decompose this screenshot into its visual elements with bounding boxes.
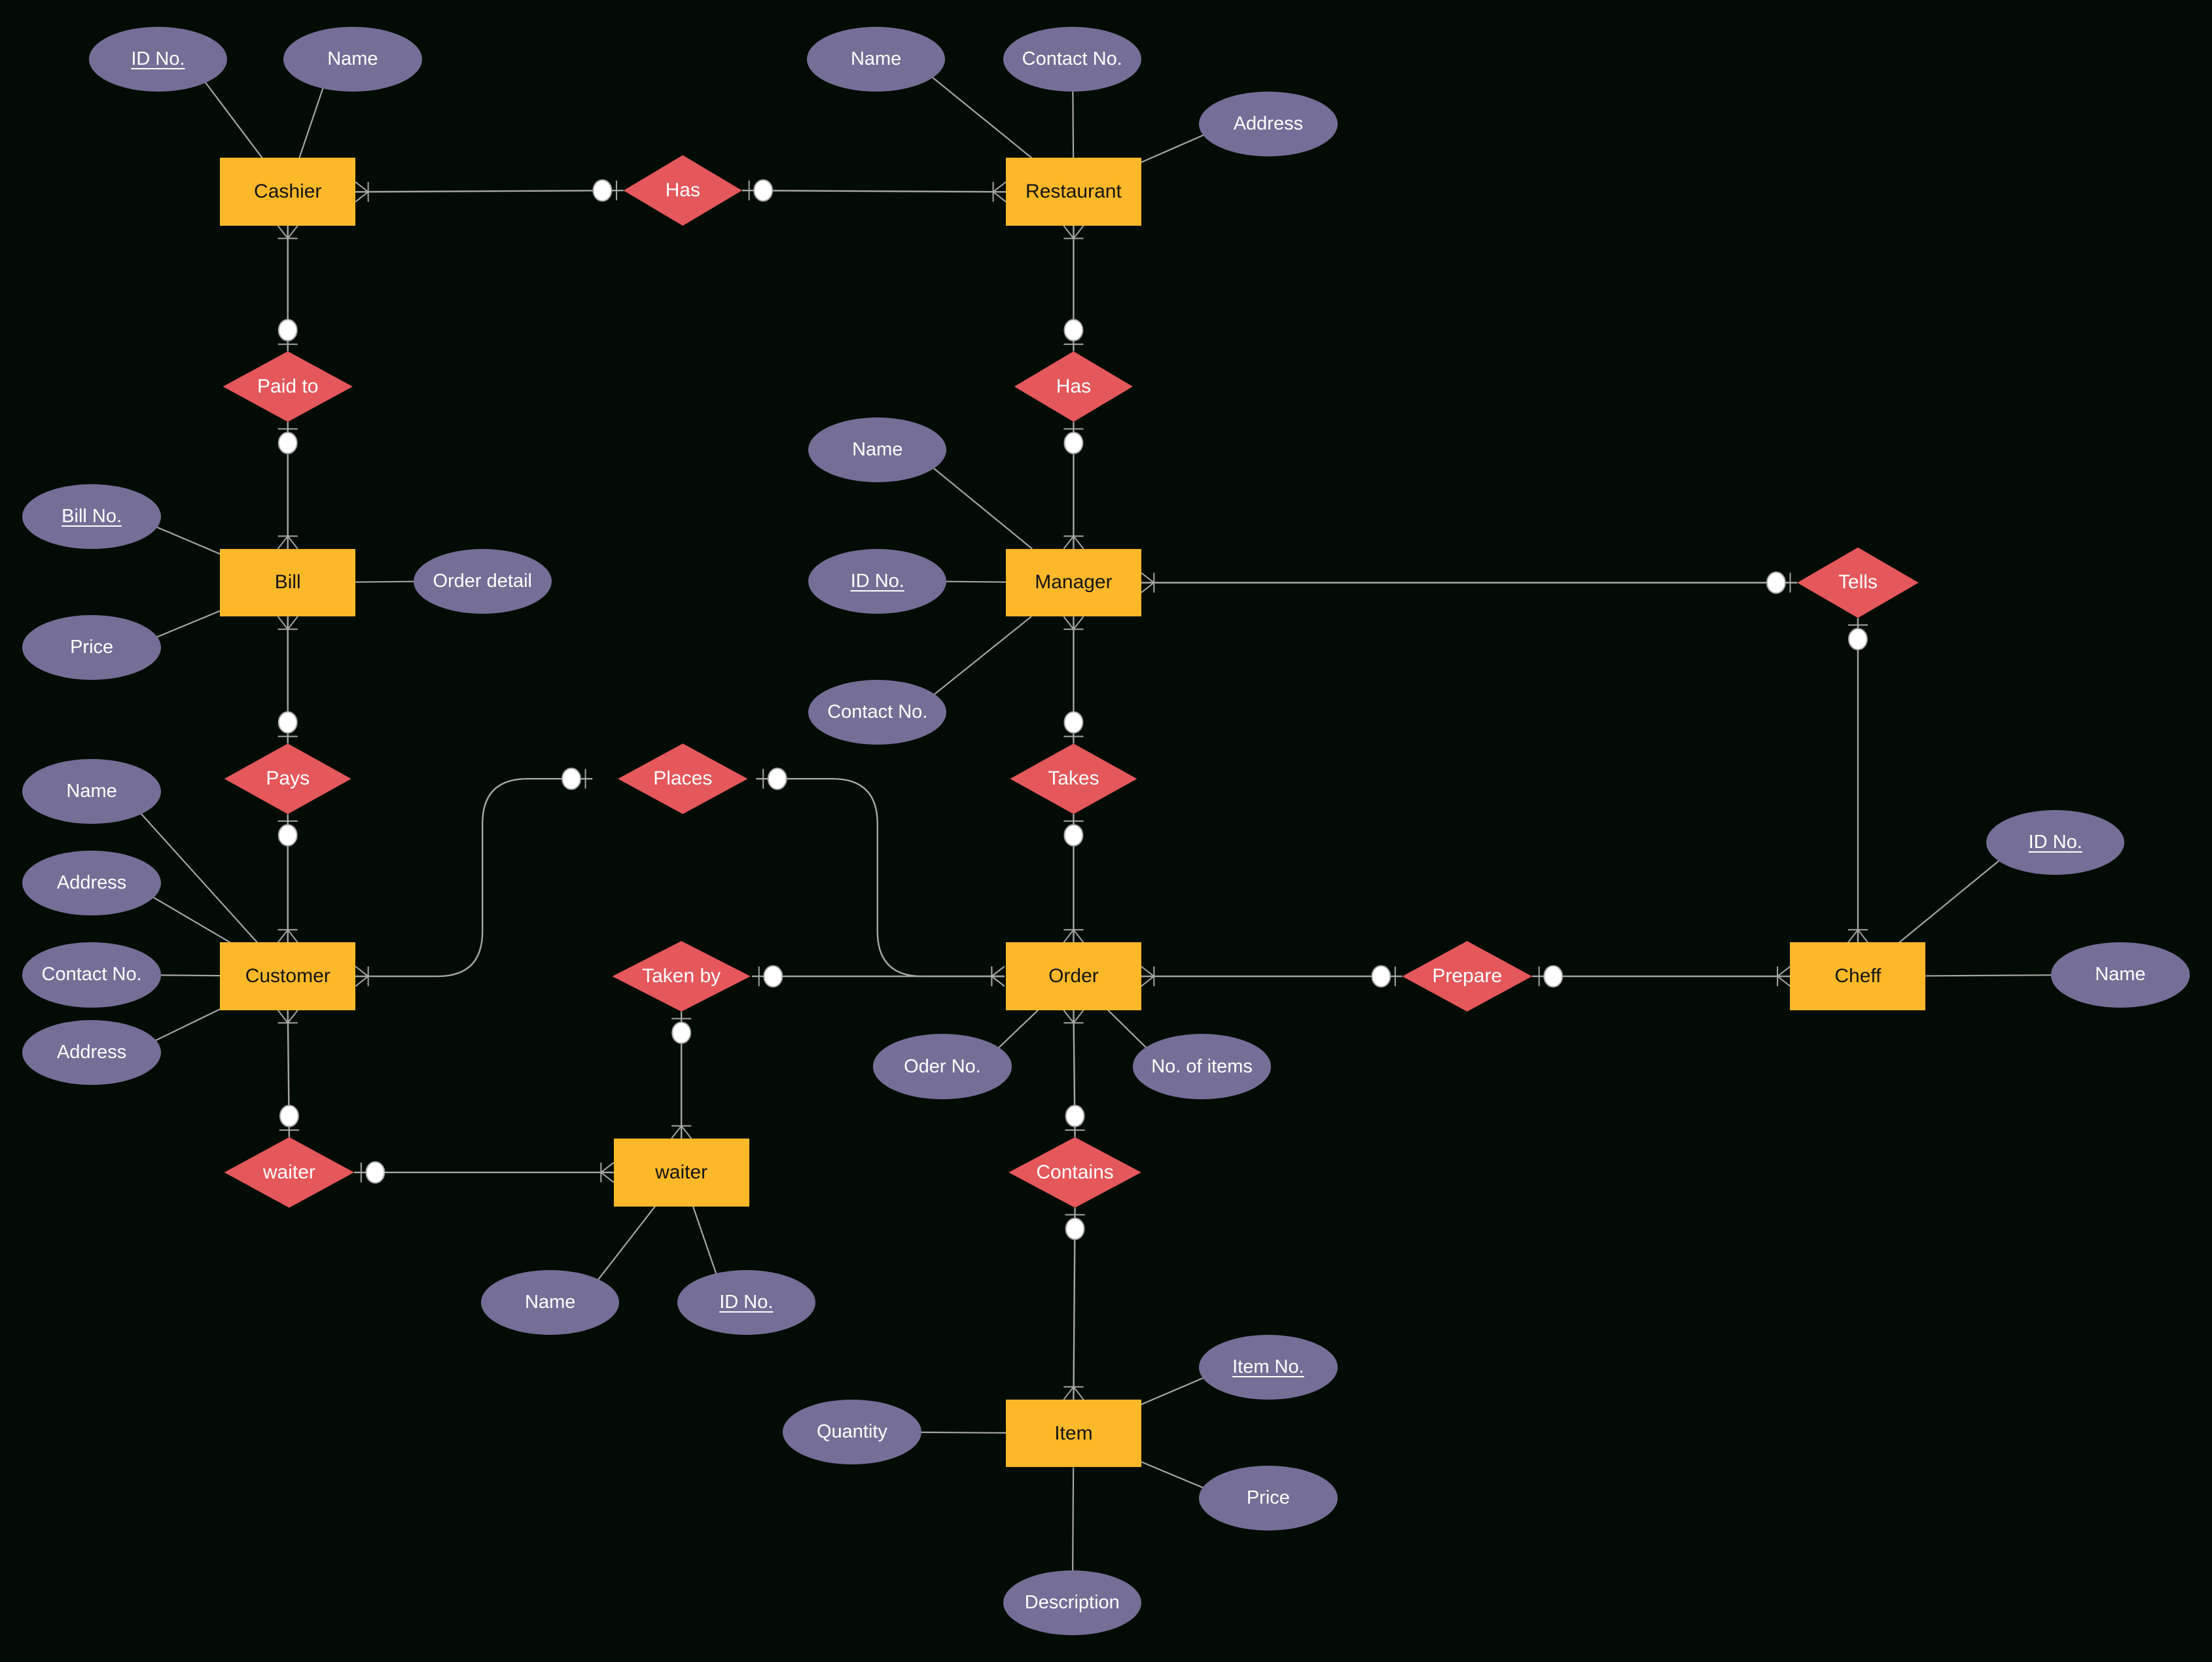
entity-label: Bill: [274, 571, 301, 593]
attribute-cheff_name[interactable]: Name: [2051, 942, 2190, 1008]
entity-cheff[interactable]: Cheff: [1790, 942, 1926, 1010]
attribute-label: ID No.: [719, 1291, 774, 1313]
attribute-label: Order detail: [433, 570, 532, 592]
attribute-waiter_id[interactable]: ID No.: [677, 1269, 815, 1335]
attribute-rest_address[interactable]: Address: [1199, 92, 1338, 157]
attribute-label: Quantity: [816, 1421, 887, 1443]
relationship-label: Pays: [266, 768, 310, 790]
attribute-label: Name: [852, 439, 903, 461]
attribute-rest_name[interactable]: Name: [807, 26, 946, 92]
relationship-label: Taken by: [642, 965, 721, 987]
relationship-label: Has: [1056, 375, 1092, 397]
relationship-label: Contains: [1036, 1161, 1114, 1183]
er-diagram-canvas: Cashier Restaurant Bill Manager Customer Orde…: [0, 0, 2212, 1662]
relationship-has_restaurant_manager[interactable]: Has: [1014, 351, 1133, 422]
attribute-item_no[interactable]: Item No.: [1199, 1334, 1338, 1400]
attribute-cust_address2[interactable]: Address: [22, 1019, 161, 1086]
attribute-label: Name: [850, 48, 902, 70]
attribute-cheff_id[interactable]: ID No.: [1986, 809, 2125, 875]
attribute-label: Contact No.: [827, 701, 928, 723]
attribute-label: Bill No.: [62, 505, 122, 527]
entity-label: Restaurant: [1026, 181, 1122, 203]
entity-label: waiter: [655, 1161, 708, 1183]
entity-manager[interactable]: Manager: [1005, 548, 1141, 617]
relationship-places[interactable]: Places: [618, 743, 748, 815]
relationship-pays[interactable]: Pays: [224, 743, 351, 815]
relationship-label: Paid to: [257, 375, 319, 397]
attribute-cashier_id[interactable]: ID No.: [88, 26, 228, 92]
attribute-item_qty[interactable]: Quantity: [783, 1399, 921, 1465]
entity-item[interactable]: Item: [1005, 1399, 1141, 1468]
entity-cashier[interactable]: Cashier: [220, 158, 356, 226]
attribute-label: ID No.: [850, 570, 904, 592]
attribute-order_items[interactable]: No. of items: [1132, 1034, 1272, 1099]
attribute-order_no[interactable]: Oder No.: [873, 1034, 1012, 1099]
attribute-mgr_id[interactable]: ID No.: [808, 548, 947, 614]
attribute-label: Address: [1233, 113, 1304, 135]
attribute-label: No. of items: [1151, 1055, 1253, 1077]
attribute-label: Item No.: [1232, 1356, 1304, 1377]
attribute-bill_price[interactable]: Price: [22, 615, 161, 681]
attribute-rest_contact[interactable]: Contact No.: [1003, 26, 1141, 92]
relationship-label: Places: [653, 768, 713, 790]
entity-customer[interactable]: Customer: [220, 942, 356, 1010]
relationship-label: Tells: [1838, 571, 1878, 593]
attribute-label: ID No.: [131, 48, 185, 70]
relationship-label: Prepare: [1432, 965, 1503, 987]
attribute-mgr_contact[interactable]: Contact No.: [808, 680, 947, 745]
attribute-label: Contact No.: [41, 964, 142, 985]
attribute-label: Address: [56, 872, 127, 894]
relationship-tells[interactable]: Tells: [1797, 547, 1919, 618]
attribute-label: Name: [327, 48, 378, 70]
entity-label: Customer: [245, 965, 330, 987]
attribute-item_desc[interactable]: Description: [1003, 1570, 1141, 1636]
relationship-label: waiter: [262, 1161, 315, 1183]
attribute-label: Name: [66, 781, 117, 802]
entity-bill[interactable]: Bill: [220, 548, 356, 617]
attribute-item_price[interactable]: Price: [1199, 1466, 1338, 1531]
relationship-takes[interactable]: Takes: [1010, 743, 1137, 815]
attribute-waiter_name[interactable]: Name: [481, 1269, 620, 1335]
attribute-cust_contact[interactable]: Contact No.: [22, 942, 161, 1008]
attribute-bill_no[interactable]: Bill No.: [22, 484, 161, 549]
attribute-label: Address: [56, 1042, 127, 1063]
entity-label: Cheff: [1834, 965, 1882, 987]
attribute-label: Price: [1246, 1487, 1290, 1509]
attribute-label: Name: [2095, 964, 2146, 985]
relationship-waiter_r[interactable]: waiter: [224, 1137, 355, 1208]
entity-waiter_e[interactable]: waiter: [613, 1139, 749, 1207]
relationship-taken_by[interactable]: Taken by: [612, 941, 751, 1012]
attribute-mgr_name[interactable]: Name: [808, 417, 947, 483]
attribute-label: Price: [70, 637, 114, 658]
attribute-cust_address1[interactable]: Address: [22, 851, 161, 916]
entity-label: Cashier: [254, 181, 322, 203]
entity-order[interactable]: Order: [1005, 942, 1141, 1010]
attribute-label: Name: [525, 1291, 576, 1313]
attribute-cashier_name[interactable]: Name: [283, 26, 422, 92]
entity-label: Order: [1048, 965, 1099, 987]
relationship-has_cashier_restaurant[interactable]: Has: [623, 155, 742, 226]
entity-label: Manager: [1035, 571, 1113, 593]
relationship-label: Has: [665, 179, 700, 202]
attribute-bill_orderdet[interactable]: Order detail: [413, 548, 552, 614]
attribute-label: ID No.: [2028, 831, 2082, 853]
attribute-cust_name[interactable]: Name: [22, 759, 161, 824]
relationship-paid_to[interactable]: Paid to: [223, 351, 353, 422]
attribute-label: Description: [1024, 1591, 1120, 1613]
relationship-contains[interactable]: Contains: [1008, 1137, 1141, 1208]
relationship-prepare[interactable]: Prepare: [1402, 941, 1532, 1012]
entity-label: Item: [1054, 1422, 1093, 1444]
attribute-label: Contact No.: [1022, 48, 1122, 70]
attribute-label: Oder No.: [904, 1055, 981, 1077]
relationship-label: Takes: [1048, 768, 1099, 790]
entity-restaurant[interactable]: Restaurant: [1005, 158, 1141, 226]
